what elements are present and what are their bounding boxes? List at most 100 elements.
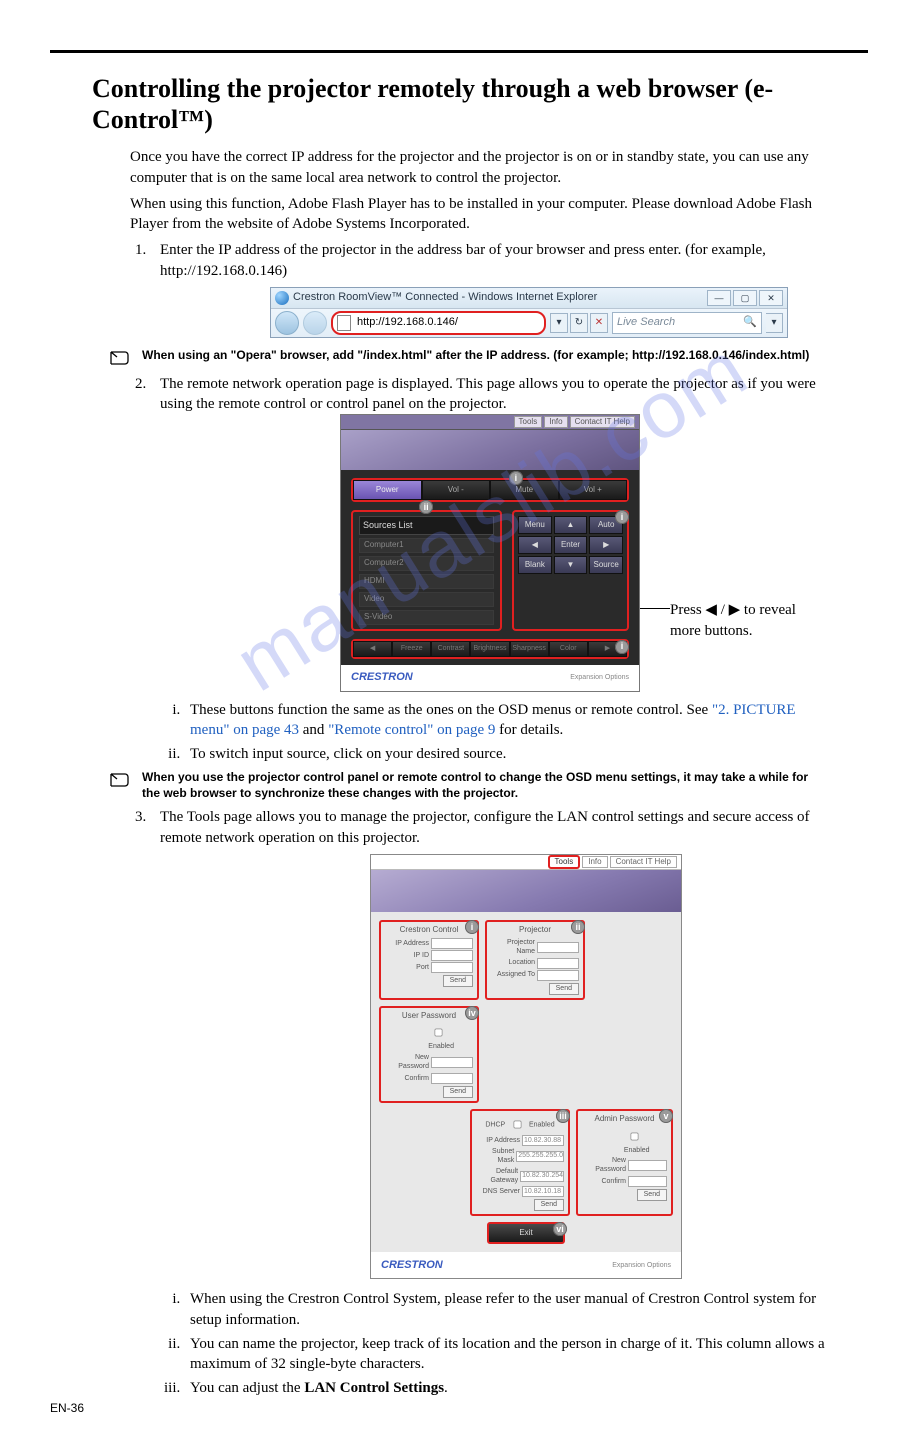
url-dropdown[interactable]: ▾ bbox=[550, 313, 568, 333]
crestron-port-input[interactable] bbox=[431, 962, 473, 973]
sharpness-button[interactable]: Sharpness bbox=[510, 641, 549, 657]
address-bar-highlight: http://192.168.0.146/ bbox=[331, 311, 546, 335]
adminpw-confirm-input[interactable] bbox=[628, 1176, 667, 1187]
source-computer2[interactable]: Computer2 bbox=[359, 556, 494, 571]
tab-contact[interactable]: Contact IT Help bbox=[570, 416, 635, 428]
badge-iv-userpw: iv bbox=[465, 1006, 479, 1020]
link-remote-control[interactable]: "Remote control" on page 9 bbox=[328, 722, 495, 738]
net-mask-label: Subnet Mask bbox=[476, 1147, 514, 1166]
vol-down-button[interactable]: Vol - bbox=[422, 480, 491, 500]
search-box[interactable]: Live Search 🔍 bbox=[612, 312, 762, 334]
badge-ii-projector: ii bbox=[571, 920, 585, 934]
net-dns-input[interactable]: 10.82.10.18 bbox=[522, 1186, 564, 1197]
projector-send-button[interactable]: Send bbox=[549, 983, 579, 995]
userpw-new-input[interactable] bbox=[431, 1057, 473, 1068]
source-video[interactable]: Video bbox=[359, 592, 494, 607]
power-button[interactable]: Power bbox=[353, 480, 422, 500]
source-computer1[interactable]: Computer1 bbox=[359, 538, 494, 553]
blank-button[interactable]: Blank bbox=[518, 556, 552, 574]
back-button[interactable] bbox=[275, 311, 299, 335]
badge-i-bottom: i bbox=[615, 640, 629, 654]
browser-address-row: http://192.168.0.146/ ▾ ↻ ✕ Live Search … bbox=[271, 309, 787, 337]
badge-v-adminpw: v bbox=[659, 1109, 673, 1123]
assigned-input[interactable] bbox=[537, 970, 579, 981]
net-ip-label: IP Address bbox=[476, 1136, 520, 1145]
tools-tab-contact[interactable]: Contact IT Help bbox=[610, 856, 677, 868]
econtrol-footer: CRESTRON Expansion Options bbox=[341, 665, 639, 691]
browser-title-text: Crestron RoomView™ Connected - Windows I… bbox=[293, 290, 597, 305]
step3-sub-iii-a: You can adjust the bbox=[190, 1380, 304, 1396]
vol-up-button[interactable]: Vol + bbox=[559, 480, 628, 500]
crestron-ip-input[interactable] bbox=[431, 938, 473, 949]
tools-tabbar: Tools Info Contact IT Help bbox=[371, 855, 681, 870]
userpw-send-button[interactable]: Send bbox=[443, 1086, 473, 1098]
scroll-left-button[interactable]: ◀ bbox=[353, 641, 392, 657]
userpw-confirm-label: Confirm bbox=[385, 1074, 429, 1083]
exit-button[interactable]: vi Exit bbox=[487, 1222, 565, 1244]
menu-button[interactable]: Menu bbox=[518, 516, 552, 534]
address-bar[interactable]: http://192.168.0.146/ bbox=[355, 315, 540, 330]
source-button[interactable]: Source bbox=[589, 556, 623, 574]
badge-iii-network: iii bbox=[556, 1109, 570, 1123]
adminpw-send-button[interactable]: Send bbox=[637, 1189, 667, 1201]
note-opera-text: When using an "Opera" browser, add "/ind… bbox=[142, 348, 828, 364]
down-button[interactable]: ▼ bbox=[554, 556, 588, 574]
step2-sub-i-a: These buttons function the same as the o… bbox=[190, 702, 712, 718]
window-maximize-button[interactable]: ▢ bbox=[733, 290, 757, 306]
tools-tab-info[interactable]: Info bbox=[582, 856, 607, 868]
left-button[interactable]: ◀ bbox=[518, 536, 552, 554]
step-2-text: The remote network operation page is dis… bbox=[160, 376, 816, 412]
projname-input[interactable] bbox=[537, 942, 579, 953]
expansion-options-label: Expansion Options bbox=[570, 673, 629, 682]
search-dropdown[interactable]: ▾ bbox=[766, 313, 783, 333]
source-hdmi[interactable]: HDMI bbox=[359, 574, 494, 589]
window-close-button[interactable]: ✕ bbox=[759, 290, 783, 306]
step3-sub-iii-c: . bbox=[444, 1380, 448, 1396]
right-button[interactable]: ▶ bbox=[589, 536, 623, 554]
window-minimize-button[interactable]: — bbox=[707, 290, 731, 306]
adminpw-enabled-checkbox[interactable] bbox=[630, 1132, 638, 1140]
net-gw-input[interactable]: 10.82.30.254 bbox=[520, 1171, 564, 1182]
crestron-ipid-input[interactable] bbox=[431, 950, 473, 961]
tools-footer: CRESTRON Expansion Options bbox=[371, 1252, 681, 1278]
contrast-button[interactable]: Contrast bbox=[431, 641, 470, 657]
step3-sub-iii: You can adjust the LAN Control Settings. bbox=[184, 1378, 828, 1398]
adminpw-enabled-label: Enabled bbox=[624, 1147, 650, 1154]
mute-button[interactable]: Mute bbox=[490, 480, 559, 500]
color-button[interactable]: Color bbox=[549, 641, 588, 657]
assigned-label: Assigned To bbox=[491, 970, 535, 979]
up-button[interactable]: ▲ bbox=[554, 516, 588, 534]
userpw-enabled-checkbox[interactable] bbox=[435, 1029, 443, 1037]
page-icon bbox=[337, 315, 351, 331]
tab-tools[interactable]: Tools bbox=[514, 416, 543, 428]
net-mask-input[interactable]: 255.255.255.0 bbox=[516, 1151, 564, 1162]
callout-line1: Press ◀ / ▶ to reveal bbox=[670, 602, 796, 618]
location-input[interactable] bbox=[537, 958, 579, 969]
tab-info[interactable]: Info bbox=[544, 416, 567, 428]
tools-tab-tools[interactable]: Tools bbox=[548, 855, 581, 869]
tools-hero bbox=[371, 870, 681, 912]
crestron-ipid-label: IP ID bbox=[385, 951, 429, 960]
net-ip-input[interactable]: 10.82.30.88 bbox=[522, 1135, 564, 1146]
adminpw-new-label: New Password bbox=[582, 1156, 626, 1175]
step2-sub-i-b: for details. bbox=[495, 722, 563, 738]
userpw-confirm-input[interactable] bbox=[431, 1073, 473, 1084]
userpw-title: User Password bbox=[385, 1011, 473, 1022]
crestron-title: Crestron Control bbox=[385, 925, 473, 936]
refresh-button[interactable]: ↻ bbox=[570, 313, 588, 333]
adminpw-confirm-label: Confirm bbox=[582, 1177, 626, 1186]
stop-button[interactable]: ✕ bbox=[590, 313, 608, 333]
brightness-button[interactable]: Brightness bbox=[470, 641, 509, 657]
bottom-buttons-group: i ◀ Freeze Contrast Brightness Sharpness… bbox=[351, 639, 629, 659]
search-icon[interactable]: 🔍 bbox=[743, 315, 757, 330]
dhcp-checkbox[interactable] bbox=[514, 1120, 522, 1128]
crestron-send-button[interactable]: Send bbox=[443, 975, 473, 987]
freeze-button[interactable]: Freeze bbox=[392, 641, 431, 657]
step2-sub-i-mid: and bbox=[299, 722, 328, 738]
forward-button[interactable] bbox=[303, 311, 327, 335]
source-svideo[interactable]: S-Video bbox=[359, 610, 494, 625]
adminpw-new-input[interactable] bbox=[628, 1160, 667, 1171]
network-send-button[interactable]: Send bbox=[534, 1199, 564, 1211]
enter-button[interactable]: Enter bbox=[554, 536, 588, 554]
top-rule bbox=[50, 50, 868, 53]
